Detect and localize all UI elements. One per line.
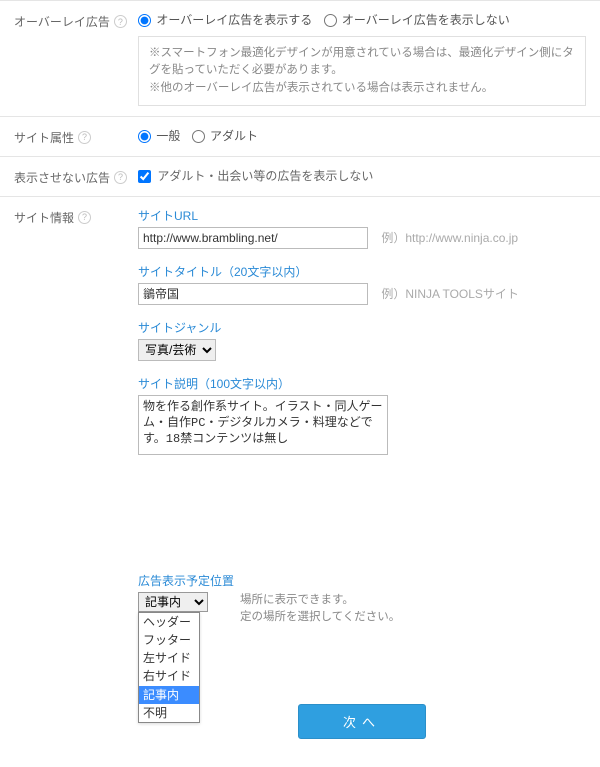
attr-adult-radio[interactable] — [192, 130, 205, 143]
site-title-label: サイトタイトル（20文字以内） — [138, 263, 586, 280]
site-desc-label: サイト説明（100文字以内） — [138, 375, 586, 392]
ad-position-label: 広告表示予定位置 — [138, 572, 586, 589]
overlay-hide-radio[interactable] — [324, 14, 337, 27]
attr-adult-option[interactable]: アダルト — [192, 129, 258, 143]
dropdown-option[interactable]: 不明 — [139, 704, 199, 722]
dropdown-option[interactable]: 右サイド — [139, 667, 199, 685]
ad-position-select[interactable]: 記事内 — [138, 592, 208, 612]
ad-position-dropdown[interactable]: ヘッダー フッター 左サイド 右サイド 記事内 不明 — [138, 612, 200, 723]
site-url-example: 例）http://www.ninja.co.jp — [381, 231, 518, 245]
ad-position-help: 場所に表示できます。 定の場所を選択してください。 — [240, 592, 400, 627]
site-genre-select[interactable]: 写真/芸術 — [138, 339, 216, 361]
overlay-show-option[interactable]: オーバーレイ広告を表示する — [138, 13, 316, 27]
dropdown-option[interactable]: 記事内 — [139, 686, 199, 704]
site-url-label: サイトURL — [138, 207, 586, 224]
help-icon[interactable]: ? — [114, 15, 127, 28]
overlay-show-radio[interactable] — [138, 14, 151, 27]
attr-general-radio[interactable] — [138, 130, 151, 143]
help-icon[interactable]: ? — [78, 211, 91, 224]
site-desc-textarea[interactable] — [138, 395, 388, 455]
attr-label: サイト属性 — [14, 129, 74, 146]
overlay-note: ※スマートフォン最適化デザインが用意されている場合は、最適化デザイン側にタグを貼… — [138, 36, 586, 106]
siteinfo-label: サイト情報 — [14, 209, 74, 226]
overlay-label: オーバーレイ広告 — [14, 13, 110, 30]
dropdown-option[interactable]: ヘッダー — [139, 613, 199, 631]
next-button[interactable]: 次へ — [298, 704, 426, 739]
hideads-checkbox[interactable] — [138, 170, 151, 183]
site-title-example: 例）NINJA TOOLSサイト — [381, 287, 519, 301]
site-genre-label: サイトジャンル — [138, 319, 586, 336]
hideads-label: 表示させない広告 — [14, 169, 110, 186]
help-icon[interactable]: ? — [114, 171, 127, 184]
site-url-input[interactable] — [138, 227, 368, 249]
overlay-hide-option[interactable]: オーバーレイ広告を表示しない — [324, 13, 510, 27]
hideads-checkbox-label[interactable]: アダルト・出会い等の広告を表示しない — [138, 169, 373, 183]
site-title-input[interactable] — [138, 283, 368, 305]
dropdown-option[interactable]: 左サイド — [139, 649, 199, 667]
dropdown-option[interactable]: フッター — [139, 631, 199, 649]
help-icon[interactable]: ? — [78, 131, 91, 144]
attr-general-option[interactable]: 一般 — [138, 129, 184, 143]
